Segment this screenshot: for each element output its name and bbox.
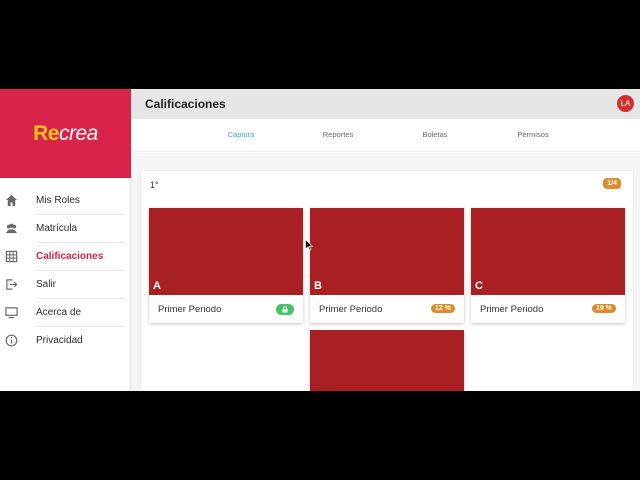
sidebar-item-label: Privacidad xyxy=(36,335,83,346)
progress-badge: 12 % xyxy=(431,304,455,313)
main-content: 1° 1/4 A Primer Periodo B Primer Periodo… xyxy=(131,153,640,391)
sidebar-item-privacidad[interactable]: Privacidad xyxy=(0,327,131,355)
tab-boletas[interactable]: Boletas xyxy=(422,130,447,139)
sidebar-item-label: Salir xyxy=(36,279,57,290)
tab-reportes[interactable]: Reportes xyxy=(323,130,353,139)
page-title: Calificaciones xyxy=(145,97,226,111)
sidebar: Recrea Mis Roles Matrícula Calificacione… xyxy=(0,89,131,391)
sidebar-nav: Mis Roles Matrícula Calificaciones Salir xyxy=(0,187,131,355)
app-window: Recrea Mis Roles Matrícula Calificacione… xyxy=(0,89,640,391)
group-icon xyxy=(5,223,18,234)
avatar[interactable]: LA xyxy=(617,95,634,112)
sidebar-item-mis-roles[interactable]: Mis Roles xyxy=(0,187,131,215)
period-label: Primer Periodo xyxy=(158,304,222,315)
group-card-next[interactable] xyxy=(310,330,464,391)
grade-label: 1° xyxy=(150,180,159,190)
sidebar-item-calificaciones[interactable]: Calificaciones xyxy=(0,243,131,271)
sidebar-item-matricula[interactable]: Matrícula xyxy=(0,215,131,243)
logout-icon xyxy=(6,279,18,290)
lock-icon xyxy=(276,304,294,315)
period-label: Primer Periodo xyxy=(319,304,383,315)
mouse-cursor-icon xyxy=(305,239,313,251)
logo-area: Recrea xyxy=(0,89,131,178)
sidebar-item-label: Matrícula xyxy=(36,223,78,234)
group-card-a[interactable]: A Primer Periodo xyxy=(149,208,303,323)
sidebar-item-label: Calificaciones xyxy=(36,251,104,262)
group-cover xyxy=(149,208,303,295)
sidebar-item-salir[interactable]: Salir xyxy=(0,271,131,299)
period-label: Primer Periodo xyxy=(480,304,544,315)
grid-icon xyxy=(5,250,18,263)
progress-badge: 19 % xyxy=(592,304,616,313)
sidebar-item-label: Mis Roles xyxy=(36,195,80,206)
info-icon xyxy=(5,334,18,347)
sidebar-item-acerca-de[interactable]: Acerca de xyxy=(0,299,131,327)
grade-count-badge: 1/4 xyxy=(603,178,621,189)
recrea-logo: Recrea xyxy=(33,121,98,145)
grade-panel: 1° 1/4 A Primer Periodo B Primer Periodo… xyxy=(141,171,633,391)
tab-permisos[interactable]: Permisos xyxy=(517,130,548,139)
group-cover xyxy=(310,330,464,391)
tab-captura[interactable]: Captura xyxy=(228,130,255,139)
group-card-c[interactable]: C Primer Periodo 19 % xyxy=(471,208,625,323)
group-letter: A xyxy=(153,280,161,292)
home-icon xyxy=(5,194,18,207)
group-cover xyxy=(471,208,625,295)
group-cover xyxy=(310,208,464,295)
monitor-icon xyxy=(5,307,18,319)
tab-bar: Captura Reportes Boletas Permisos xyxy=(131,119,640,152)
group-letter: C xyxy=(475,280,483,292)
sidebar-item-label: Acerca de xyxy=(36,307,82,318)
group-letter: B xyxy=(314,280,322,292)
group-card-b[interactable]: B Primer Periodo 12 % xyxy=(310,208,464,323)
top-bar: Calificaciones LA xyxy=(131,89,640,119)
